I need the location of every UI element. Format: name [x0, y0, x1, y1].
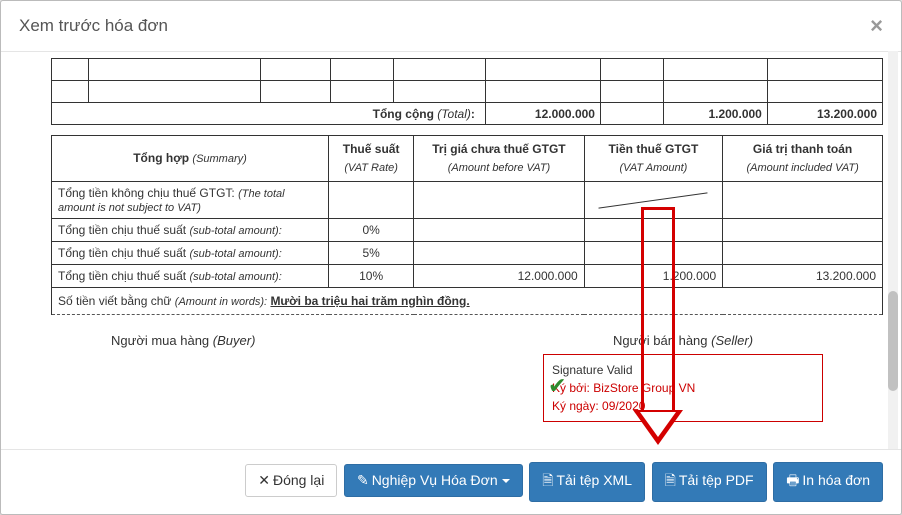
signed-date: 09/2020	[602, 399, 645, 413]
hdr-before: Trị giá chưa thuế GTGT	[432, 142, 565, 156]
signature-valid: Signature Valid	[552, 361, 814, 379]
modal-footer: ✕Đóng lại ✎Nghiệp Vụ Hóa Đơn 🗎Tải tệp XM…	[1, 449, 901, 514]
download-pdf-button[interactable]: 🗎Tải tệp PDF	[652, 462, 767, 502]
hdr-summary: Tổng hợp	[133, 151, 189, 165]
hdr-total: Giá trị thanh toán	[753, 142, 852, 156]
items-table: Tổng cộng (Total): 12.000.000 1.200.000 …	[51, 58, 883, 125]
summary-row: Tổng tiền không chịu thuế GTGT: (The tot…	[52, 181, 883, 218]
check-icon: ✔	[548, 369, 566, 402]
total-label-en: (Total)	[437, 107, 471, 121]
summary-table: Tổng hợp (Summary) Thuế suất(VAT Rate) T…	[51, 135, 883, 315]
print-invoice-button[interactable]: 🖶In hóa đơn	[773, 462, 883, 502]
summary-row: Tổng tiền chịu thuế suất (sub-total amou…	[52, 218, 883, 241]
words-value: Mười ba triệu hai trăm nghìn đồng.	[270, 294, 469, 308]
scrollbar-thumb[interactable]	[888, 291, 898, 391]
summary-row: Tổng tiền chịu thuế suất (sub-total amou…	[52, 264, 883, 287]
close-button[interactable]: ✕Đóng lại	[245, 464, 337, 497]
total-vat: 1.200.000	[664, 103, 768, 125]
summary-header-row: Tổng hợp (Summary) Thuế suất(VAT Rate) T…	[52, 136, 883, 182]
modal-body[interactable]: Tổng cộng (Total): 12.000.000 1.200.000 …	[1, 52, 901, 452]
items-total-row: Tổng cộng (Total): 12.000.000 1.200.000 …	[52, 103, 883, 125]
file-icon: 🗎	[665, 470, 676, 494]
total-amount: 12.000.000	[485, 103, 600, 125]
seller-block: Người bán hàng (Seller) ✔ Signature Vali…	[543, 333, 823, 422]
table-row	[52, 59, 883, 81]
signed-by: BizStore Group VN	[593, 381, 695, 395]
download-xml-button[interactable]: 🗎Tải tệp XML	[529, 462, 645, 502]
total-grand: 13.200.000	[767, 103, 882, 125]
invoice-ops-dropdown[interactable]: ✎Nghiệp Vụ Hóa Đơn	[344, 464, 523, 497]
signature-box: ✔ Signature Valid Ký bởi: BizStore Group…	[543, 354, 823, 422]
close-icon[interactable]: ×	[870, 15, 883, 37]
modal-header: Xem trước hóa đơn ×	[1, 1, 901, 52]
print-icon: 🖶	[786, 470, 799, 494]
words-label: Số tiền viết bằng chữ	[58, 294, 171, 308]
invoice-preview-modal: Xem trước hóa đơn × Tổng cộng (Total): 1…	[0, 0, 902, 515]
total-label: Tổng cộng	[373, 107, 434, 121]
file-icon: 🗎	[542, 470, 553, 494]
hdr-vat: Tiền thuế GTGT	[609, 142, 699, 156]
chevron-down-icon	[502, 479, 510, 483]
edit-icon: ✎	[357, 472, 369, 489]
table-row	[52, 81, 883, 103]
x-icon: ✕	[258, 472, 270, 489]
buyer-block: Người mua hàng (Buyer)	[111, 333, 255, 422]
amount-in-words-row: Số tiền viết bằng chữ (Amount in words):…	[52, 287, 883, 314]
signature-row: Người mua hàng (Buyer) Người bán hàng (S…	[51, 333, 883, 422]
modal-title: Xem trước hóa đơn	[19, 16, 168, 36]
scrollbar-track[interactable]	[888, 51, 898, 471]
summary-row: Tổng tiền chịu thuế suất (sub-total amou…	[52, 241, 883, 264]
hdr-rate: Thuế suất	[343, 142, 400, 156]
